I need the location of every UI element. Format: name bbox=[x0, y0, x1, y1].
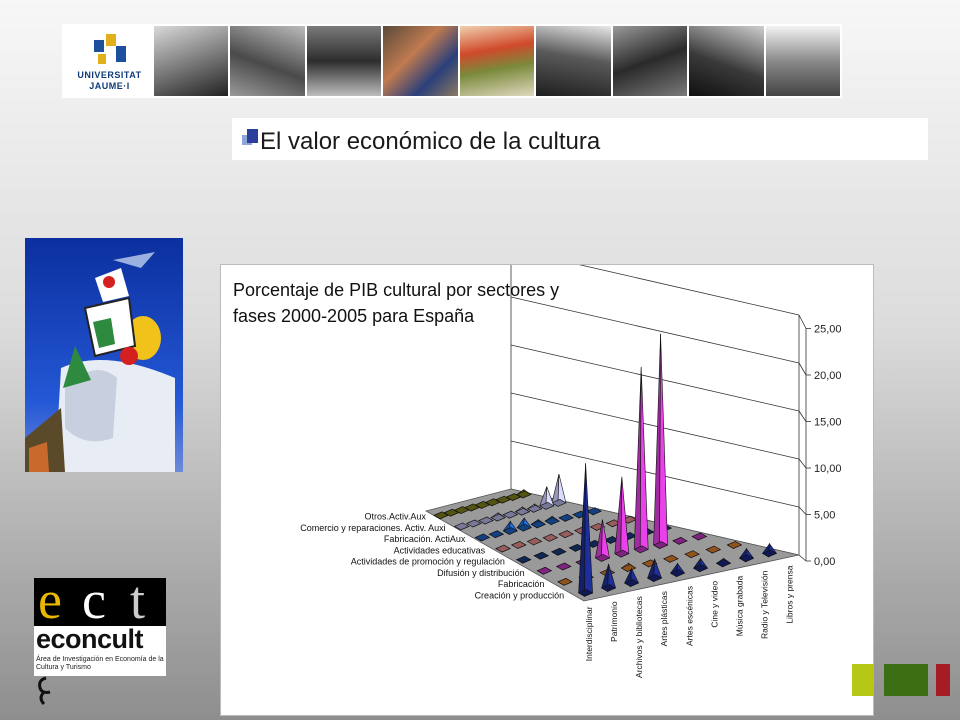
z-tick-label: 0,00 bbox=[814, 556, 835, 568]
category-label: Radio y Televisión bbox=[760, 570, 770, 639]
z-tick-label: 10,00 bbox=[814, 463, 842, 475]
series-label: Creación y producción bbox=[475, 590, 565, 600]
history-photo-strip bbox=[154, 26, 840, 96]
history-photo bbox=[154, 26, 229, 96]
series-label: Difusión y distribución bbox=[437, 568, 525, 578]
series-label: Fabricación bbox=[498, 579, 545, 589]
gridline bbox=[798, 362, 807, 376]
lime-square bbox=[852, 664, 874, 696]
ect-letter-c: c bbox=[82, 570, 106, 630]
gridline bbox=[798, 314, 807, 329]
header-banner: UNIVERSITAT JAUME·I bbox=[62, 24, 842, 98]
history-photo bbox=[612, 26, 688, 96]
category-label: Cine y video bbox=[709, 581, 719, 628]
pyramid-chart: 0,00 5,00 10,00 15,00 20,00 25,00 Creación y p… bbox=[300, 265, 842, 678]
red-square bbox=[936, 664, 950, 696]
econcult-subtitle: Área de Investigación en Economía de la … bbox=[36, 656, 164, 671]
university-logo-text: UNIVERSITAT JAUME·I bbox=[77, 70, 142, 91]
series-label: Comercio y reparaciones. Activ. Auxi bbox=[300, 523, 445, 533]
category-label: Libros y prensa bbox=[785, 565, 795, 623]
university-logo: UNIVERSITAT JAUME·I bbox=[62, 24, 152, 98]
series-label: Actividades educativas bbox=[394, 545, 486, 555]
series-label: Actividades de promoción y regulación bbox=[351, 557, 505, 567]
ect-letters: e c t bbox=[34, 572, 166, 628]
category-label: Música grabada bbox=[734, 576, 744, 637]
gridline bbox=[798, 554, 807, 562]
uji-mark-icon bbox=[94, 34, 126, 64]
gridline bbox=[510, 344, 800, 412]
slide-title-bar: El valor económico de la cultura bbox=[232, 118, 928, 160]
pyramid-face bbox=[639, 366, 649, 554]
history-photo bbox=[306, 26, 382, 96]
history-photo bbox=[689, 26, 764, 96]
pyramid-mark bbox=[652, 333, 669, 550]
history-photo bbox=[536, 26, 611, 96]
history-photo bbox=[383, 26, 458, 96]
econcult-logo: e c t econcult Área de Investigación en … bbox=[34, 572, 166, 676]
category-label: Patrimonio bbox=[609, 601, 619, 642]
z-tick-label: 20,00 bbox=[814, 370, 842, 382]
econcult-name: econcult bbox=[36, 624, 144, 654]
green-square bbox=[884, 664, 928, 696]
z-tick-label: 25,00 bbox=[814, 324, 842, 336]
sculpture-photo bbox=[25, 238, 183, 472]
page-title: El valor económico de la cultura bbox=[260, 128, 601, 155]
series-label: Fabricación. ActiAux bbox=[384, 534, 466, 544]
pyramid-mark bbox=[551, 473, 567, 507]
history-photo bbox=[459, 26, 535, 96]
category-label: Archivos y bibliotecas bbox=[634, 596, 644, 678]
title-bullet-icon bbox=[242, 129, 258, 145]
decorative-squares bbox=[852, 664, 952, 696]
gridline bbox=[510, 392, 800, 460]
z-tick-label: 5,00 bbox=[814, 510, 835, 522]
series-label: Otros.Activ.Aux bbox=[365, 512, 427, 522]
history-photo bbox=[765, 26, 840, 96]
chart-title: Porcentaje de PIB cultural por sectores … bbox=[233, 280, 560, 326]
ect-letter-t: t bbox=[130, 570, 146, 630]
history-photo bbox=[230, 26, 305, 96]
category-label: Artes escénicas bbox=[684, 586, 694, 646]
chart-panel: 0,00 5,00 10,00 15,00 20,00 25,00 Creación y p… bbox=[220, 264, 874, 716]
gridline bbox=[798, 506, 807, 515]
gridline bbox=[798, 458, 807, 469]
decorative-curl-icon bbox=[38, 676, 51, 706]
pyramid-face bbox=[659, 333, 668, 550]
gridline bbox=[798, 410, 807, 422]
z-tick-label: 15,00 bbox=[814, 417, 842, 429]
category-label: Interdisciplinar bbox=[584, 606, 594, 661]
ect-letter-e: e bbox=[38, 570, 62, 630]
pyramid-mark bbox=[633, 366, 649, 554]
category-label: Artes plásticas bbox=[659, 591, 669, 646]
